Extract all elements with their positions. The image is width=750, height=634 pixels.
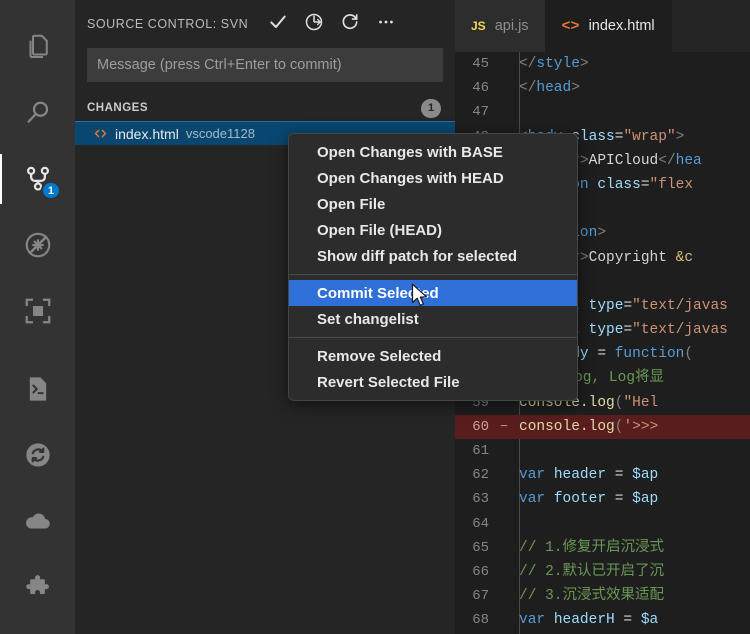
code-line[interactable]: 46 </head> bbox=[455, 76, 750, 100]
code-text: var header = $ap bbox=[519, 467, 659, 484]
code-line[interactable]: 65 // 1.修复开启沉浸式 bbox=[455, 536, 750, 560]
terminal-file-icon bbox=[24, 375, 52, 403]
line-number: 63 bbox=[472, 491, 489, 508]
code-text: </head> bbox=[519, 80, 580, 97]
code-text: console.log('>>> bbox=[519, 418, 659, 435]
line-number: 68 bbox=[472, 612, 489, 629]
line-number: 46 bbox=[472, 80, 489, 97]
sidebar-item-explorer[interactable] bbox=[0, 14, 75, 80]
changes-section-header[interactable]: CHANGES 1 bbox=[75, 95, 455, 121]
code-text: // 2.默认已开启了沉 bbox=[519, 563, 665, 580]
files-icon bbox=[23, 32, 53, 62]
editor-tabs: JS api.js <> index.html bbox=[455, 0, 750, 52]
checkmark-icon bbox=[268, 12, 288, 37]
code-line[interactable]: 60− console.log('>>> bbox=[455, 414, 750, 439]
panel-title: SOURCE CONTROL: SVN bbox=[87, 17, 249, 31]
menu-separator bbox=[289, 337, 577, 338]
puzzle-piece-icon bbox=[24, 573, 52, 601]
vscode-window: 1 SOURCE CONTROL: SVN Message (press Ctr… bbox=[0, 0, 750, 634]
code-line[interactable]: 64 bbox=[455, 512, 750, 536]
menu-item-open-file[interactable]: Open File bbox=[289, 191, 577, 217]
diff-removed-marker: − bbox=[500, 418, 508, 434]
code-text: var footer = $ap bbox=[519, 491, 659, 508]
more-actions-button[interactable] bbox=[372, 10, 400, 38]
line-number: 66 bbox=[472, 563, 489, 580]
code-line[interactable]: 45 </style> bbox=[455, 52, 750, 76]
changed-file-name: index.html bbox=[115, 125, 179, 142]
html-icon: <> bbox=[561, 17, 580, 35]
tab-label: api.js bbox=[494, 18, 529, 34]
activity-bar: 1 bbox=[0, 0, 75, 634]
square-brackets-icon bbox=[23, 296, 53, 326]
changes-count-badge: 1 bbox=[421, 98, 441, 118]
menu-item-show-diff-patch-for-selected[interactable]: Show diff patch for selected bbox=[289, 243, 577, 269]
sidebar-item-source-control[interactable]: 1 bbox=[0, 146, 75, 212]
commit-message-input[interactable] bbox=[87, 48, 443, 82]
menu-item-commit-selected[interactable]: Commit Selected bbox=[289, 280, 577, 306]
code-line[interactable]: 67 // 3.沉浸式效果适配 bbox=[455, 584, 750, 608]
changes-label: CHANGES bbox=[87, 102, 149, 114]
cloud-icon bbox=[23, 506, 53, 536]
search-icon bbox=[23, 98, 53, 128]
code-text: </style> bbox=[519, 56, 589, 72]
line-number: 67 bbox=[472, 588, 489, 605]
line-number: 47 bbox=[472, 104, 489, 121]
changed-file-path: vscode1128 bbox=[185, 126, 255, 141]
code-text: var headerH = $a bbox=[519, 612, 659, 629]
line-number: 60 bbox=[472, 418, 489, 435]
code-line[interactable]: 68 var headerH = $a bbox=[455, 608, 750, 632]
code-text: // 1.修复开启沉浸式 bbox=[519, 539, 665, 556]
context-menu: Open Changes with BASE Open Changes with … bbox=[288, 133, 578, 401]
source-control-header: SOURCE CONTROL: SVN bbox=[75, 0, 455, 48]
menu-separator bbox=[289, 274, 577, 275]
tab-index-html[interactable]: <> index.html bbox=[545, 0, 672, 52]
line-number: 45 bbox=[472, 56, 489, 72]
menu-item-open-file-head[interactable]: Open File (HEAD) bbox=[289, 217, 577, 243]
menu-item-set-changelist[interactable]: Set changelist bbox=[289, 306, 577, 332]
code-line[interactable]: 61 bbox=[455, 439, 750, 463]
commit-button[interactable] bbox=[264, 10, 292, 38]
menu-item-remove-selected[interactable]: Remove Selected bbox=[289, 343, 577, 369]
code-line[interactable]: 62 var header = $ap bbox=[455, 463, 750, 487]
line-number: 62 bbox=[472, 467, 489, 484]
line-number: 65 bbox=[472, 539, 489, 556]
ellipsis-icon bbox=[376, 12, 396, 37]
code-text: // 3.沉浸式效果适配 bbox=[519, 588, 665, 605]
refresh-button[interactable] bbox=[336, 10, 364, 38]
line-number: 64 bbox=[472, 515, 489, 532]
debug-disabled-icon bbox=[23, 230, 53, 260]
sidebar-item-run-debug[interactable] bbox=[0, 212, 75, 278]
line-number: 61 bbox=[472, 443, 489, 459]
sidebar-item-search[interactable] bbox=[0, 80, 75, 146]
sidebar-item-extensions[interactable] bbox=[0, 554, 75, 620]
menu-item-revert-selected-file[interactable]: Revert Selected File bbox=[289, 369, 577, 395]
source-control-badge: 1 bbox=[40, 181, 61, 200]
sidebar-item-remote-explorer[interactable] bbox=[0, 278, 75, 344]
code-line[interactable]: 47 bbox=[455, 100, 750, 124]
code-line[interactable]: 66 // 2.默认已开启了沉 bbox=[455, 560, 750, 584]
sidebar-item-cloud[interactable] bbox=[0, 488, 75, 554]
menu-item-open-changes-with-head[interactable]: Open Changes with HEAD bbox=[289, 165, 577, 191]
js-icon: JS bbox=[471, 19, 486, 33]
source-control-toolbar bbox=[264, 10, 400, 38]
update-circle-icon bbox=[304, 12, 324, 37]
update-button[interactable] bbox=[300, 10, 328, 38]
html-file-icon bbox=[93, 126, 108, 141]
menu-item-open-changes-with-base[interactable]: Open Changes with BASE bbox=[289, 139, 577, 165]
refresh-icon bbox=[340, 12, 360, 37]
sidebar-item-sync[interactable] bbox=[0, 422, 75, 488]
code-line[interactable]: 63 var footer = $ap bbox=[455, 487, 750, 511]
tab-api-js[interactable]: JS api.js bbox=[455, 0, 546, 52]
tab-label: index.html bbox=[588, 18, 655, 34]
commit-message-wrap bbox=[75, 48, 455, 82]
sidebar-item-terminal-script[interactable] bbox=[0, 356, 75, 422]
sync-circle-icon bbox=[24, 441, 52, 469]
